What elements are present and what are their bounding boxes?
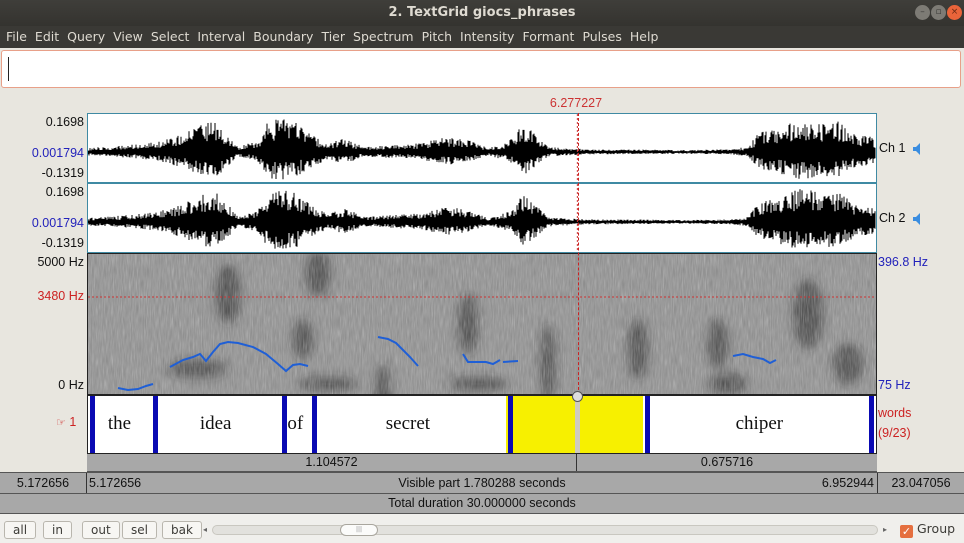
menu-help[interactable]: Help [626, 26, 663, 48]
menu-file[interactable]: File [0, 26, 31, 48]
checkbox-checked-icon[interactable]: ✓ [900, 525, 913, 538]
menu-view[interactable]: View [109, 26, 147, 48]
pitch-contour [502, 360, 519, 363]
speaker-icon[interactable] [912, 211, 924, 230]
bottom-toolbar: all in out sel bak ◂ ||| ▸ ✓ Group [0, 514, 964, 543]
ch2-label: Ch 2 [879, 211, 905, 225]
hand-pointer-icon: ☞ [56, 417, 66, 429]
tier-cursor-line [575, 396, 581, 453]
zoom-out-button[interactable]: out [82, 521, 120, 539]
scroll-trough[interactable] [212, 525, 878, 535]
tier-interval[interactable]: chiper [643, 396, 876, 453]
horizontal-scrollbar[interactable]: ◂ ||| ▸ [200, 524, 890, 536]
spec-top-freq: 5000 Hz [37, 255, 84, 269]
pitch-bottom-label: 75 Hz [878, 378, 911, 392]
menu-boundary[interactable]: Boundary [249, 26, 317, 48]
menu-pitch[interactable]: Pitch [418, 26, 456, 48]
menu-intensity[interactable]: Intensity [456, 26, 518, 48]
selection-duration-row: 1.104572 0.675716 [87, 454, 877, 472]
tier-count: (9/23) [878, 426, 911, 440]
window-title: 2. TextGrid giocs_phrases [388, 5, 576, 20]
ch2-zero-label: 0.001794 [31, 216, 84, 230]
scroll-thumb[interactable]: ||| [340, 524, 378, 536]
tier-number-label[interactable]: ☞ 1 [56, 415, 76, 429]
tier-interval[interactable]: the [88, 396, 151, 453]
ch1-min-label: -0.1319 [41, 166, 84, 180]
waveform-2-plot [88, 184, 876, 252]
menu-bar: File Edit Query View Select Interval Boundary T… [0, 26, 964, 48]
ch2-max-label: 0.1698 [45, 185, 84, 199]
visible-outer-left[interactable]: 5.172656 [0, 473, 86, 493]
minimize-button[interactable]: – [915, 5, 930, 20]
duration-left[interactable]: 1.104572 [87, 454, 576, 471]
spectrogram[interactable] [87, 253, 877, 395]
ch1-zero-label: 0.001794 [31, 146, 84, 160]
tier-number: 1 [69, 415, 77, 429]
zoom-all-button[interactable]: all [4, 521, 37, 539]
visible-part-row: 5.172656 5.172656 Visible part 1.780288 … [0, 472, 964, 494]
text-caret [8, 57, 9, 81]
title-bar: 2. TextGrid giocs_phrases – ▫ × [0, 0, 964, 26]
interval-text-field[interactable] [1, 50, 961, 88]
tier-boundary[interactable] [312, 396, 318, 453]
menu-formant[interactable]: Formant [518, 26, 578, 48]
ch1-name: Ch 1 [879, 141, 906, 155]
tier-interval[interactable]: idea [151, 396, 280, 453]
tier-boundary[interactable] [869, 396, 874, 453]
maximize-button[interactable]: ▫ [931, 5, 946, 20]
cursor-time-label: 6.277227 [549, 96, 603, 110]
total-duration-row: Total duration 30.000000 seconds [0, 494, 964, 514]
group-label: Group [917, 521, 956, 536]
ch2-name: Ch 2 [879, 211, 906, 225]
menu-query[interactable]: Query [63, 26, 109, 48]
group-checkbox[interactable]: ✓ Group [900, 521, 955, 538]
menu-spectrum[interactable]: Spectrum [349, 26, 418, 48]
zoom-in-button[interactable]: in [43, 521, 72, 539]
duration-right[interactable]: 0.675716 [577, 454, 877, 471]
menu-tier[interactable]: Tier [317, 26, 349, 48]
spectrogram-plot [88, 254, 876, 394]
ch2-min-label: -0.1319 [41, 236, 84, 250]
menu-interval[interactable]: Interval [193, 26, 249, 48]
tier-name[interactable]: words [878, 406, 911, 420]
spec-cursor-freq: 3480 Hz [37, 289, 84, 303]
spec-bottom-freq: 0 Hz [58, 378, 84, 392]
zoom-selection-button[interactable]: sel [122, 521, 157, 539]
waveform-channel-2[interactable] [87, 183, 877, 253]
close-button[interactable]: × [947, 5, 962, 20]
menu-edit[interactable]: Edit [31, 26, 63, 48]
tier-boundary[interactable] [282, 396, 288, 453]
menu-select[interactable]: Select [147, 26, 194, 48]
tier-boundary[interactable] [644, 396, 650, 453]
menu-pulses[interactable]: Pulses [578, 26, 625, 48]
waveform-1-plot [88, 114, 876, 182]
ch1-label: Ch 1 [879, 141, 905, 155]
waveform-trace [88, 119, 876, 180]
speaker-icon[interactable] [912, 141, 924, 160]
tier-boundary[interactable] [507, 396, 513, 453]
visible-right-time: 6.952944 [821, 476, 874, 490]
ch1-max-label: 0.1698 [45, 115, 84, 129]
tier-interval-selected[interactable] [505, 396, 643, 453]
tier-interval[interactable]: secret [310, 396, 505, 453]
pitch-top-label: 396.8 Hz [878, 255, 929, 269]
visible-part-label[interactable]: Visible part 1.780288 seconds [87, 473, 877, 493]
tier-boundary[interactable] [153, 396, 159, 453]
waveform-trace [88, 189, 876, 249]
scroll-left-arrow-icon[interactable]: ◂ [200, 524, 210, 536]
tier-boundary[interactable] [90, 396, 95, 453]
waveform-channel-1[interactable] [87, 113, 877, 183]
zoom-back-button[interactable]: bak [162, 521, 202, 539]
scroll-right-arrow-icon[interactable]: ▸ [880, 524, 890, 536]
textgrid-tier[interactable]: the idea of secret chiper [87, 391, 877, 454]
total-duration-label[interactable]: Total duration 30.000000 seconds [0, 494, 964, 513]
time-cursor-line [577, 113, 579, 395]
visible-outer-right[interactable]: 23.047056 [878, 473, 964, 493]
